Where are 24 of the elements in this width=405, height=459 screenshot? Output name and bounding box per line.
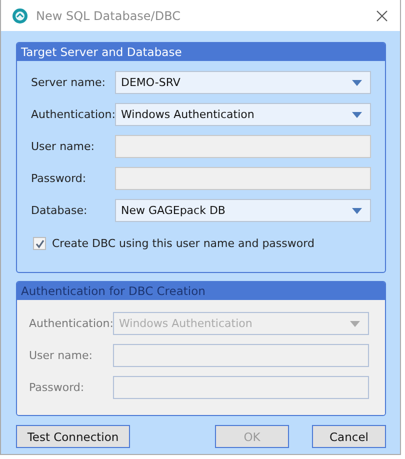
dialog-button[interactable]: Cancel xyxy=(312,425,386,448)
field-label: Password: xyxy=(29,381,86,394)
field-label: Authentication: xyxy=(31,108,115,121)
window-title: New SQL Database/DBC xyxy=(36,8,182,22)
dialog-button[interactable]: Test Connection xyxy=(16,425,130,448)
caret-icon[interactable] xyxy=(352,208,362,214)
caret-icon[interactable] xyxy=(350,320,360,326)
dropdown-field[interactable]: New GAGEpack DB xyxy=(115,199,371,222)
checkbox[interactable] xyxy=(33,237,46,250)
field-label: Password: xyxy=(31,172,88,185)
checkbox-label: Create DBC using this user name and password xyxy=(52,237,314,250)
caret-icon[interactable] xyxy=(352,80,362,86)
group-title: Target Server and Database xyxy=(17,43,385,61)
field-label: User name: xyxy=(29,349,94,362)
field-label: Authentication: xyxy=(29,317,113,330)
field-label: Database: xyxy=(31,204,88,217)
field-label: Server name: xyxy=(31,76,106,89)
close-icon[interactable] xyxy=(376,10,388,22)
caret-icon[interactable] xyxy=(352,112,362,118)
dropdown-field[interactable]: Windows Authentication xyxy=(115,103,371,126)
app-icon xyxy=(12,8,28,24)
group-title: Authentication for DBC Creation xyxy=(17,282,385,300)
field-label: User name: xyxy=(31,140,96,153)
dropdown-field[interactable]: DEMO-SRV xyxy=(115,71,371,94)
